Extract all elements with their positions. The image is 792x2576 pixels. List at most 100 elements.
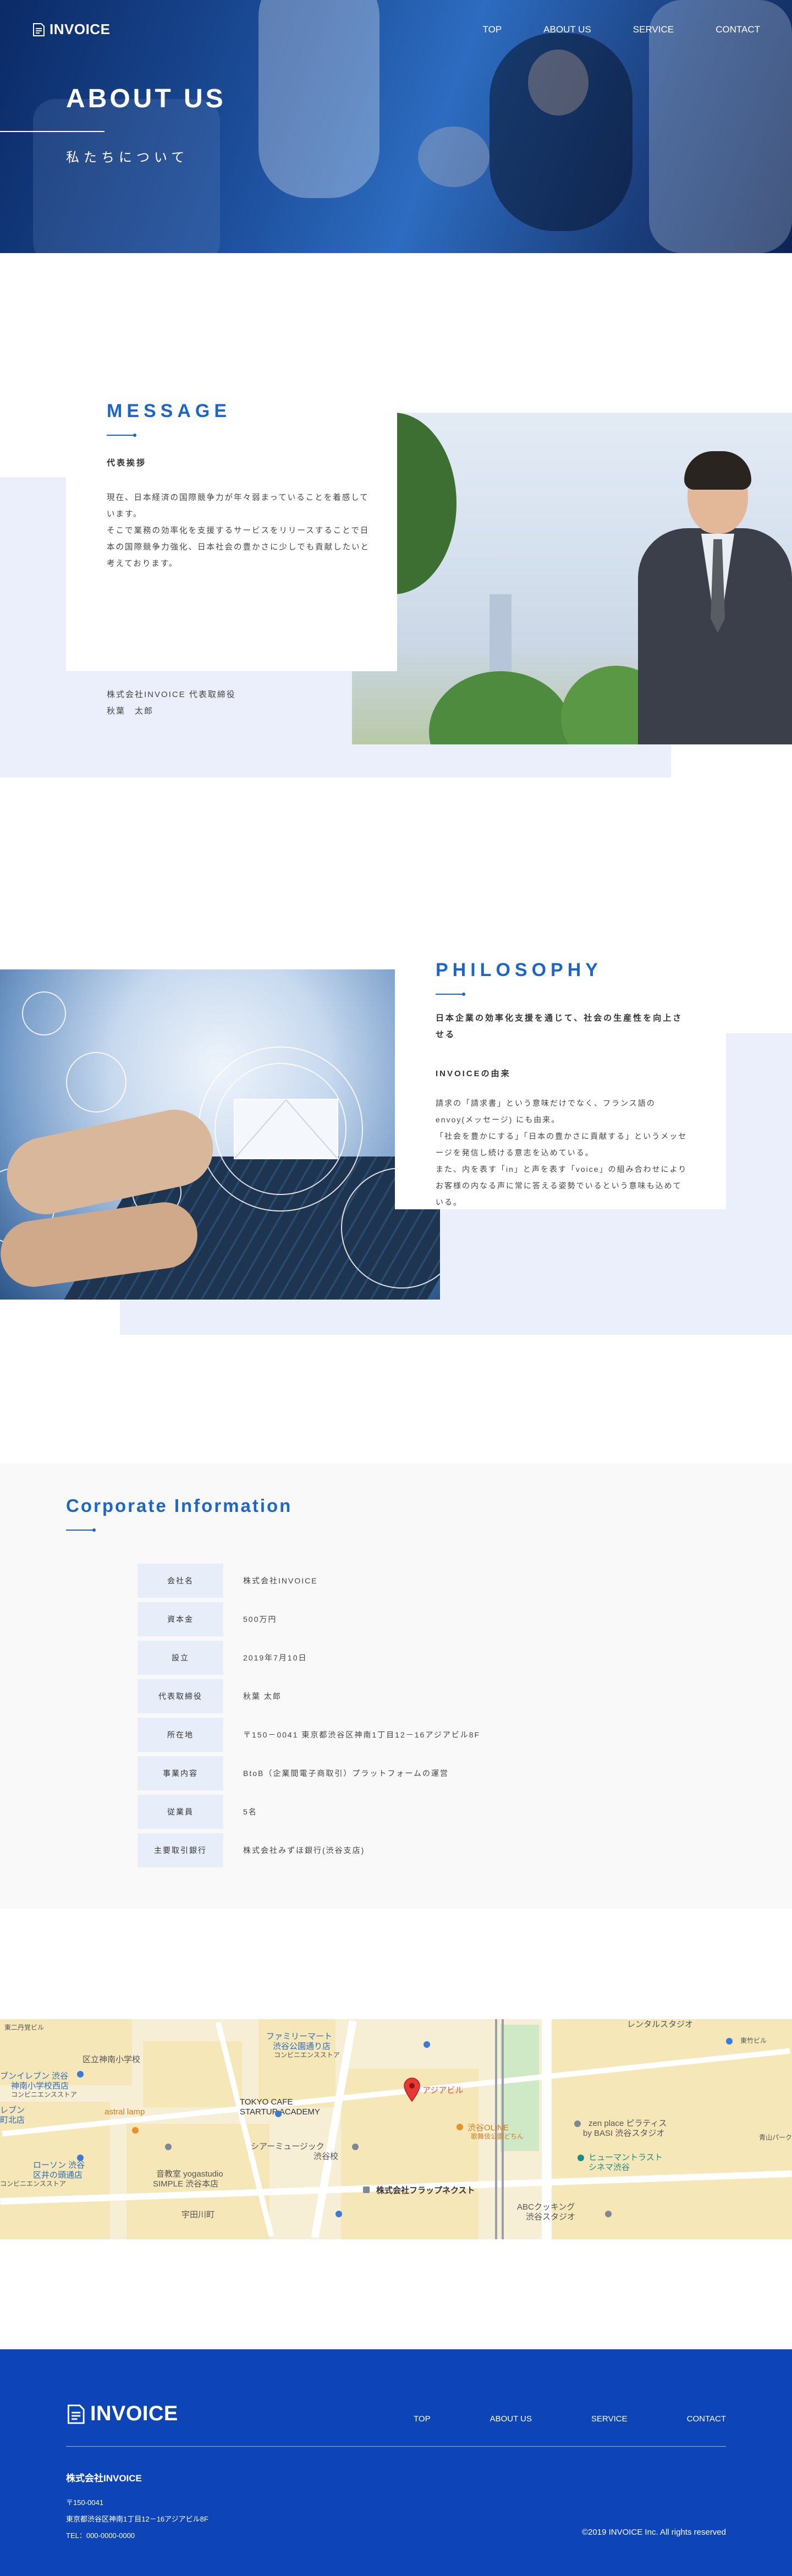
page-subtitle: 私たちについて	[66, 150, 189, 165]
footer-divider	[66, 2446, 726, 2447]
map-label: レンタルスタジオ	[627, 2020, 694, 2029]
philosophy-body: 請求の「請求書」という意味だけでなく、フランス語の envoy(メッセージ) に…	[436, 1099, 688, 1207]
map-label: 株式会社フラップネクスト	[376, 2186, 475, 2195]
table-row: 資本金 500万円	[138, 1602, 654, 1636]
row-value: 〒150－0041 東京都渋谷区神南1丁目12－16アジアビル8F	[243, 1730, 481, 1739]
footer-nav-contact[interactable]: CONTACT	[687, 2414, 726, 2424]
heading-underline	[107, 434, 136, 437]
map-poi-icon[interactable]	[363, 2186, 370, 2193]
row-label: 従業員	[138, 1795, 223, 1829]
main-nav: TOP ABOUT US SERVICE CONTACT	[483, 24, 760, 35]
row-value: 500万円	[243, 1615, 277, 1624]
brand-name: INVOICE	[90, 2402, 178, 2425]
philosophy-section: PHILOSOPHY 日本企業の効率化支援を通じて、社会の生産性を向上させる I…	[0, 803, 792, 1464]
hero-section: INVOICE TOP ABOUT US SERVICE CONTACT ABO…	[0, 0, 792, 253]
laptop-photo	[0, 969, 440, 1300]
map-label: astral lamp	[105, 2107, 145, 2117]
philosophy-card: PHILOSOPHY 日本企業の効率化支援を通じて、社会の生産性を向上させる I…	[395, 940, 726, 1209]
map-label: 渋谷校	[314, 2152, 339, 2161]
row-value: 5名	[243, 1807, 257, 1816]
message-body: 現在、日本経済の国際競争力が年々弱まっていることを着感しています。 そこで業務の…	[107, 494, 370, 568]
nav-service[interactable]: SERVICE	[633, 24, 674, 35]
table-row: 会社名 株式会社INVOICE	[138, 1564, 654, 1598]
map-poi-icon[interactable]	[77, 2071, 84, 2078]
envelope-icon	[234, 1099, 338, 1159]
brand-name: INVOICE	[50, 21, 111, 37]
ceo-figure	[627, 451, 792, 744]
map-label: 東竹ビル	[740, 2037, 767, 2045]
row-label: 資本金	[138, 1602, 223, 1636]
map-label: SIMPLE 渋谷本店	[153, 2179, 219, 2189]
signature-company: 株式会社INVOICE 代表取締役	[107, 690, 236, 699]
row-label: 事業内容	[138, 1756, 223, 1790]
corporate-heading: Corporate Information	[66, 1495, 293, 1516]
row-value: 株式会社INVOICE	[243, 1576, 318, 1585]
map-label: コンビニエンスストア	[0, 2180, 66, 2188]
table-row: 事業内容 BtoB（企業間電子商取引）プラットフォームの運営	[138, 1756, 654, 1790]
map-poi-icon[interactable]	[336, 2211, 342, 2217]
footer-postal: 〒150-0041	[66, 2498, 103, 2507]
map-poi-icon[interactable]	[77, 2155, 84, 2161]
map-label: 区立神南小学校	[82, 2055, 141, 2064]
map-poi-icon[interactable]	[165, 2144, 172, 2150]
map-poi-icon[interactable]	[574, 2120, 581, 2127]
map-poi-icon[interactable]	[132, 2127, 139, 2134]
hero-photo-shape	[33, 99, 220, 253]
footer-nav-about-us[interactable]: ABOUT US	[490, 2414, 532, 2424]
row-value: 株式会社みずほ銀行(渋谷支店)	[243, 1846, 365, 1855]
photo-ring	[66, 1052, 127, 1112]
map-poi-icon[interactable]	[275, 2111, 282, 2117]
hero-divider	[0, 131, 105, 132]
map-poi-icon[interactable]	[578, 2155, 584, 2161]
location-map[interactable]: 東二丹覚ビル 区立神南小学校 ブンイレブン 渋谷 神南小学校西店 コンビニエンス…	[0, 2019, 792, 2239]
map-label: 渋谷スタジオ	[526, 2212, 576, 2222]
corporate-table: 会社名 株式会社INVOICE 資本金 500万円 設立 2019年7月10日 …	[138, 1564, 654, 1872]
footer-logo[interactable]: INVOICE	[66, 2402, 178, 2426]
row-label: 設立	[138, 1641, 223, 1675]
heading-underline	[436, 993, 465, 996]
map-poi-icon[interactable]	[424, 2041, 430, 2048]
map-poi-icon[interactable]	[457, 2124, 463, 2130]
corporate-info-section: Corporate Information 会社名 株式会社INVOICE 資本…	[0, 1464, 792, 1909]
map-label: 青山パーク	[759, 2134, 792, 2141]
header-logo[interactable]: INVOICE	[32, 21, 110, 38]
site-header: INVOICE TOP ABOUT US SERVICE CONTACT	[0, 0, 792, 61]
message-section: MESSAGE 代表挨拶 現在、日本経済の国際競争力が年々弱まっていることを着感…	[0, 253, 792, 803]
nav-top[interactable]: TOP	[483, 24, 502, 35]
footer-address: 〒150-0041 東京都渋谷区神南1丁目12－16アジアビル8F TEL：00…	[66, 2495, 208, 2544]
map-label: シネマ渋谷	[588, 2163, 630, 2172]
row-label: 代表取締役	[138, 1679, 223, 1713]
map-poi-icon[interactable]	[726, 2038, 733, 2045]
table-row: 従業員 5名	[138, 1795, 654, 1829]
footer-nav-top[interactable]: TOP	[414, 2414, 431, 2424]
map-label: コンビニエンスストア	[11, 2091, 77, 2098]
philosophy-lead: 日本企業の効率化支援を通じて、社会の生産性を向上させる	[436, 1013, 683, 1039]
footer-company-name: 株式会社INVOICE	[66, 2473, 142, 2484]
footer-nav-service[interactable]: SERVICE	[591, 2414, 628, 2424]
map-label: 町北店	[0, 2115, 25, 2125]
message-signature: 株式会社INVOICE 代表取締役 秋葉 太郎	[107, 687, 236, 720]
row-label: 会社名	[138, 1564, 223, 1598]
message-role: 代表挨拶	[107, 458, 147, 468]
map-label: 歌舞伎公園どちん	[471, 2133, 524, 2140]
footer-nav: TOP ABOUT US SERVICE CONTACT	[414, 2414, 726, 2424]
ceo-photo	[352, 413, 792, 744]
nav-about-us[interactable]: ABOUT US	[543, 24, 591, 35]
message-heading: MESSAGE	[107, 401, 232, 421]
map-label: by BASI 渋谷スタジオ	[583, 2129, 665, 2138]
map-poi-icon[interactable]	[352, 2144, 359, 2150]
map-poi-icon[interactable]	[605, 2211, 612, 2217]
row-label: 所在地	[138, 1718, 223, 1752]
row-value: 秋葉 太郎	[243, 1692, 282, 1701]
map-label: 東二丹覚ビル	[4, 2024, 45, 2031]
nav-contact[interactable]: CONTACT	[716, 24, 760, 35]
table-row: 主要取引銀行 株式会社みずほ銀行(渋谷支店)	[138, 1833, 654, 1867]
footer-street: 東京都渋谷区神南1丁目12－16アジアビル8F	[66, 2515, 208, 2523]
map-label: TOKYO CAFE	[240, 2097, 293, 2107]
location-pin-icon[interactable]	[403, 2078, 421, 2102]
philosophy-heading: PHILOSOPHY	[436, 960, 602, 980]
ceo-hair	[684, 451, 751, 490]
map-label: アジアビル	[422, 2086, 464, 2095]
